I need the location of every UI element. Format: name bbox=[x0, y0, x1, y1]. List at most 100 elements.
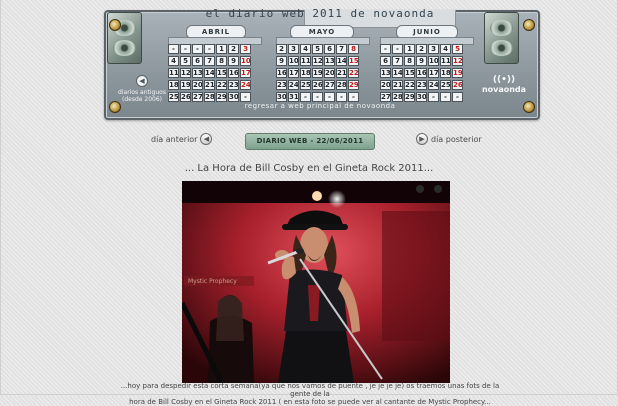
calendar-day[interactable]: 25 bbox=[300, 80, 311, 90]
calendar-day[interactable]: 28 bbox=[336, 80, 347, 90]
calendar-day[interactable]: 21 bbox=[392, 80, 403, 90]
novaonda-logo[interactable]: ((•)) novaonda bbox=[478, 76, 530, 95]
calendar-day[interactable]: 26 bbox=[312, 80, 323, 90]
calendar-day[interactable]: 28 bbox=[204, 92, 215, 102]
calendar-day[interactable]: 31 bbox=[288, 92, 299, 102]
calendar-day[interactable]: 5 bbox=[452, 44, 463, 54]
calendar-day[interactable]: 9 bbox=[276, 56, 287, 66]
calendar-day[interactable]: 7 bbox=[336, 44, 347, 54]
calendar-day[interactable]: 27 bbox=[192, 92, 203, 102]
calendar-day[interactable]: 12 bbox=[180, 68, 191, 78]
calendar-day[interactable]: 29 bbox=[216, 92, 227, 102]
arrow-right-icon[interactable]: ▶ bbox=[416, 133, 428, 145]
calendar-day[interactable]: 2 bbox=[416, 44, 427, 54]
calendar-day[interactable]: 17 bbox=[288, 68, 299, 78]
calendar-day[interactable]: 25 bbox=[440, 80, 451, 90]
calendar-day[interactable]: 8 bbox=[404, 56, 415, 66]
calendar-day[interactable]: 19 bbox=[452, 68, 463, 78]
calendar-day[interactable]: 22 bbox=[216, 80, 227, 90]
next-day-label[interactable]: día posterior bbox=[431, 135, 482, 144]
calendar-day[interactable]: 26 bbox=[180, 92, 191, 102]
calendar-june: - -1 2 3 4 5 6 7 8 9 10 11 12 13 14 15 16 17 18 19 20 21 22 23 2… bbox=[380, 44, 470, 104]
calendar-day[interactable]: 2 bbox=[276, 44, 287, 54]
calendar-day[interactable]: 16 bbox=[416, 68, 427, 78]
calendar-day[interactable]: 12 bbox=[452, 56, 463, 66]
calendar-day[interactable]: 13 bbox=[324, 56, 335, 66]
calendar-day[interactable]: 17 bbox=[428, 68, 439, 78]
calendar-day[interactable]: 27 bbox=[324, 80, 335, 90]
calendar-day[interactable]: 16 bbox=[276, 68, 287, 78]
calendar-day[interactable]: 23 bbox=[276, 80, 287, 90]
calendar-day[interactable]: 18 bbox=[300, 68, 311, 78]
calendar-day[interactable]: 20 bbox=[192, 80, 203, 90]
main-site-link[interactable]: regresar a web principal de novaonda bbox=[200, 102, 440, 110]
calendar-day[interactable]: 9 bbox=[228, 56, 239, 66]
calendar-day[interactable]: 27 bbox=[380, 92, 391, 102]
calendar-day[interactable]: 19 bbox=[180, 80, 191, 90]
calendar-day[interactable]: 13 bbox=[380, 68, 391, 78]
previous-day-label[interactable]: día anterior bbox=[151, 135, 197, 144]
calendar-day[interactable]: 10 bbox=[240, 56, 251, 66]
old-diaries-link[interactable]: ◀ diarios antiguos (desde 2006) bbox=[112, 75, 172, 103]
calendar-day[interactable]: 26 bbox=[452, 80, 463, 90]
calendar-day[interactable]: 18 bbox=[440, 68, 451, 78]
calendar-day[interactable]: 15 bbox=[404, 68, 415, 78]
calendar-day[interactable]: 24 bbox=[288, 80, 299, 90]
calendar-day[interactable]: 29 bbox=[404, 92, 415, 102]
calendar-day[interactable]: 9 bbox=[416, 56, 427, 66]
calendar-day[interactable]: 24 bbox=[428, 80, 439, 90]
calendar-day[interactable]: 16 bbox=[228, 68, 239, 78]
calendar-day[interactable]: 24 bbox=[240, 80, 251, 90]
calendar-day[interactable]: 22 bbox=[404, 80, 415, 90]
calendar-day[interactable]: 2 bbox=[228, 44, 239, 54]
calendar-day[interactable]: 11 bbox=[440, 56, 451, 66]
calendar-day[interactable]: 7 bbox=[204, 56, 215, 66]
calendar-day[interactable]: 11 bbox=[300, 56, 311, 66]
calendar-day[interactable]: 30 bbox=[228, 92, 239, 102]
calendar-day[interactable]: 1 bbox=[404, 44, 415, 54]
calendar-day[interactable]: 15 bbox=[348, 56, 359, 66]
calendar-day[interactable]: 17 bbox=[240, 68, 251, 78]
calendar-day[interactable]: 12 bbox=[312, 56, 323, 66]
calendar-week-row: 16 17 18 19 20 21 22 bbox=[276, 68, 366, 80]
calendar-day[interactable]: 8 bbox=[348, 44, 359, 54]
calendar-day[interactable]: 1 bbox=[216, 44, 227, 54]
calendar-day[interactable]: 13 bbox=[192, 68, 203, 78]
arrow-left-icon[interactable]: ◀ bbox=[200, 133, 213, 145]
calendar-day[interactable]: 3 bbox=[428, 44, 439, 54]
calendar-day[interactable]: 5 bbox=[180, 56, 191, 66]
old-diaries-label[interactable]: diarios antiguos (desde 2006) bbox=[118, 89, 166, 103]
calendar-day[interactable]: 6 bbox=[324, 44, 335, 54]
calendar-day[interactable]: 19 bbox=[312, 68, 323, 78]
calendar-day[interactable]: 15 bbox=[216, 68, 227, 78]
calendar-day[interactable]: 30 bbox=[416, 92, 427, 102]
calendar-day[interactable]: 20 bbox=[324, 68, 335, 78]
back-arrow-icon[interactable]: ◀ bbox=[136, 75, 148, 87]
next-day-link[interactable]: ▶ día posterior bbox=[416, 133, 482, 145]
calendar-day[interactable]: 30 bbox=[276, 92, 287, 102]
calendar-day[interactable]: 10 bbox=[288, 56, 299, 66]
calendar-day[interactable]: 8 bbox=[216, 56, 227, 66]
calendar-day[interactable]: 4 bbox=[168, 56, 179, 66]
calendar-day[interactable]: 28 bbox=[392, 92, 403, 102]
calendar-day[interactable]: 14 bbox=[392, 68, 403, 78]
calendar-day[interactable]: 7 bbox=[392, 56, 403, 66]
calendar-day[interactable]: 3 bbox=[288, 44, 299, 54]
calendar-day[interactable]: 22 bbox=[348, 68, 359, 78]
previous-day-link[interactable]: día anterior ◀ bbox=[151, 133, 213, 145]
calendar-day[interactable]: 21 bbox=[336, 68, 347, 78]
calendar-day[interactable]: 6 bbox=[380, 56, 391, 66]
calendar-day[interactable]: 29 bbox=[348, 80, 359, 90]
calendar-day[interactable]: 10 bbox=[428, 56, 439, 66]
calendar-day[interactable]: 5 bbox=[312, 44, 323, 54]
calendar-day[interactable]: 14 bbox=[204, 68, 215, 78]
calendar-day[interactable]: 23 bbox=[228, 80, 239, 90]
calendar-day[interactable]: 3 bbox=[240, 44, 251, 54]
calendar-day[interactable]: 6 bbox=[192, 56, 203, 66]
calendar-day[interactable]: 4 bbox=[440, 44, 451, 54]
calendar-day[interactable]: 14 bbox=[336, 56, 347, 66]
calendar-day[interactable]: 4 bbox=[300, 44, 311, 54]
calendar-day[interactable]: 21 bbox=[204, 80, 215, 90]
calendar-day[interactable]: 20 bbox=[380, 80, 391, 90]
calendar-day[interactable]: 23 bbox=[416, 80, 427, 90]
